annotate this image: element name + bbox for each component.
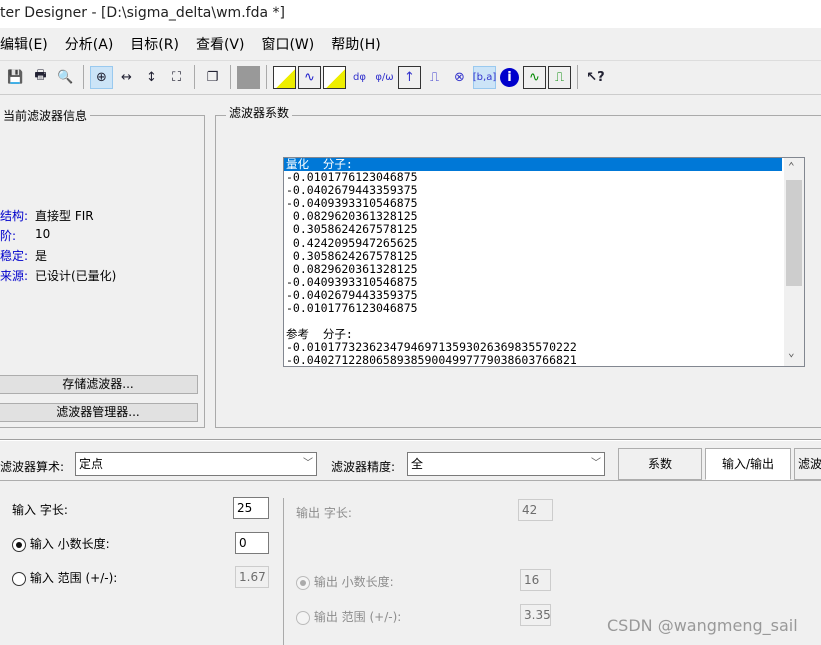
- menu-help[interactable]: 帮助(H): [322, 32, 388, 58]
- filter-precision-label: 滤波器精度:: [331, 460, 396, 474]
- zoom-y-icon[interactable]: ↕: [140, 66, 163, 89]
- full-view-icon[interactable]: ⛶: [165, 66, 188, 89]
- new-window-icon[interactable]: ❐: [201, 66, 224, 89]
- input-word-length-label: 输入 字长:: [12, 503, 68, 517]
- input-frac-length-radio[interactable]: [12, 537, 26, 552]
- input-frac-length-option[interactable]: 输入 小数长度:: [12, 535, 110, 552]
- chevron-down-icon: ﹀: [303, 458, 313, 469]
- filter-coefficients-icon[interactable]: [b,a]: [473, 65, 496, 89]
- menu-bar: 编辑(E) 分析(A) 目标(R) 查看(V) 窗口(W) 帮助(H): [0, 32, 821, 58]
- output-frac-length-input: 16: [520, 569, 551, 591]
- input-word-length-input[interactable]: 25: [233, 497, 269, 519]
- filter-arithmetic-select[interactable]: 定点 ﹀: [75, 452, 317, 476]
- output-range-label: 输出 范围 (+/-):: [313, 610, 402, 624]
- input-range-option[interactable]: 输入 范围 (+/-):: [12, 569, 117, 586]
- scroll-up-icon[interactable]: ⌃: [788, 160, 795, 173]
- input-range-label: 输入 范围 (+/-):: [29, 571, 118, 585]
- stable-label: 稳定:: [0, 249, 29, 263]
- filter-coefficients-title: 滤波器系数: [226, 104, 293, 121]
- menu-window[interactable]: 窗口(W): [252, 32, 322, 58]
- chevron-down-icon: ﹀: [591, 458, 601, 469]
- coefficient-row[interactable]: 0.3058624267578125: [284, 249, 804, 263]
- print-icon[interactable]: 🖶: [29, 66, 52, 89]
- coefficient-row[interactable]: -0.0402712280658938590049977790386037668…: [284, 354, 804, 366]
- output-range-option: 输出 范围 (+/-):: [296, 608, 401, 625]
- input-range-radio[interactable]: [12, 571, 26, 586]
- magnitude-phase-icon[interactable]: [323, 65, 346, 89]
- pole-zero-icon[interactable]: ⊗: [448, 66, 471, 89]
- tab-filter[interactable]: 滤波: [794, 448, 821, 480]
- disabled-icon: [237, 65, 260, 89]
- output-range-radio: [296, 610, 310, 625]
- group-delay-icon[interactable]: dφ: [348, 66, 371, 89]
- vertical-scrollbar[interactable]: ⌃ ⌄: [784, 158, 804, 366]
- output-word-length-input: 42: [518, 499, 553, 521]
- zoom-in-icon[interactable]: ⊕: [90, 65, 113, 89]
- coefficient-row[interactable]: -0.0409393310546875: [284, 275, 804, 289]
- tab-input-output[interactable]: 输入/输出: [705, 448, 791, 480]
- coefficients-listbox[interactable]: 量化 分子: -0.0101776123046875 -0.040267944335…: [283, 157, 805, 367]
- menu-analysis[interactable]: 分析(A): [56, 32, 122, 58]
- filter-precision-value: 全: [411, 457, 424, 471]
- coefficient-row[interactable]: 0.3058624267578125: [284, 223, 804, 236]
- window-title: ter Designer - [D:\sigma_delta\wm.fda *]: [0, 5, 285, 21]
- phase-delay-icon[interactable]: φ/ω: [373, 66, 396, 89]
- noise-power-icon[interactable]: ⎍: [548, 65, 571, 89]
- order-label: 阶:: [0, 229, 17, 243]
- scrollbar-thumb[interactable]: [786, 180, 802, 286]
- coefficient-row[interactable]: [284, 315, 804, 328]
- input-frac-length-label: 输入 小数长度:: [29, 537, 110, 551]
- filter-precision-select[interactable]: 全 ﹀: [407, 452, 605, 476]
- watermark: CSDN @wangmeng_sail: [607, 616, 798, 635]
- output-frac-length-label: 输出 小数长度:: [313, 575, 394, 589]
- filter-arithmetic-label: 滤波器算术:: [0, 460, 65, 474]
- zoom-x-icon[interactable]: ↔: [115, 66, 138, 89]
- toolbar: 💾 🖶 🔍 ⊕ ↔ ↕ ⛶ ❐ ∿ dφ φ/ω ↑ ⎍ ⊗ [b,a] i ∿…: [0, 62, 821, 92]
- source-label: 来源:: [0, 269, 29, 283]
- filter-arithmetic-value: 定点: [79, 457, 104, 471]
- input-range-input: 1.67: [235, 566, 269, 588]
- impulse-response-icon[interactable]: ↑: [398, 65, 421, 89]
- output-range-input: 3.35: [520, 604, 551, 626]
- filter-manager-button[interactable]: 滤波器管理器...: [0, 403, 198, 422]
- input-frac-length-input[interactable]: 0: [235, 532, 269, 554]
- magnitude-estimate-icon[interactable]: ∿: [523, 65, 546, 89]
- menu-targets[interactable]: 目标(R): [121, 32, 187, 58]
- step-response-icon[interactable]: ⎍: [423, 66, 446, 89]
- phase-response-icon[interactable]: ∿: [298, 65, 321, 89]
- title-bar: ter Designer - [D:\sigma_delta\wm.fda *]: [0, 0, 821, 28]
- structure-label: 结构:: [0, 209, 29, 223]
- output-frac-length-option: 输出 小数长度:: [296, 573, 394, 590]
- tab-coefficients[interactable]: 系数: [618, 448, 702, 480]
- filter-info-icon[interactable]: i: [498, 66, 521, 89]
- coefficient-row[interactable]: 0.4242095947265625: [284, 236, 804, 250]
- current-filter-info-title: 当前滤波器信息: [0, 107, 91, 124]
- output-frac-length-radio: [296, 575, 310, 590]
- whats-this-help-icon[interactable]: ↖?: [584, 66, 607, 89]
- menu-view[interactable]: 查看(V): [187, 32, 253, 58]
- output-word-length-label: 输出 字长:: [296, 506, 352, 520]
- magnitude-response-icon[interactable]: [273, 65, 296, 89]
- menu-edit[interactable]: 编辑(E): [0, 32, 56, 58]
- store-filter-button[interactable]: 存储滤波器...: [0, 375, 198, 394]
- structure-value: 直接型 FIR: [35, 209, 94, 223]
- coefficient-row[interactable]: -0.0101776123046875: [284, 301, 804, 315]
- coefficient-row[interactable]: 0.0829620361328125: [284, 262, 804, 276]
- save-icon[interactable]: 💾: [4, 66, 27, 89]
- stable-value: 是: [35, 249, 48, 263]
- scroll-down-icon[interactable]: ⌄: [788, 346, 795, 359]
- print-preview-icon[interactable]: 🔍: [54, 66, 77, 89]
- order-value: 10: [35, 227, 51, 241]
- source-value: 已设计(已量化): [35, 269, 117, 283]
